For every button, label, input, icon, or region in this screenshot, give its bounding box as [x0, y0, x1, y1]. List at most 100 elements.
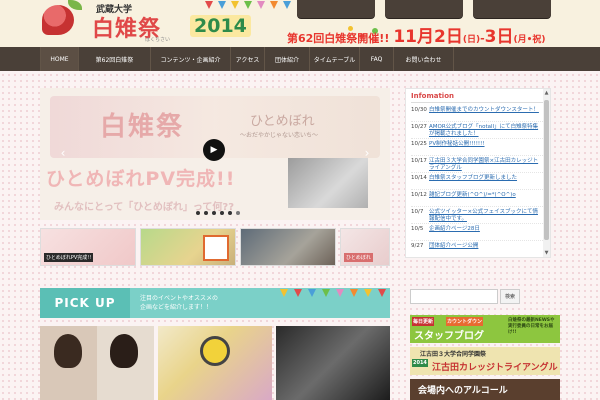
- information-panel: Infomation 10/30 白雉祭開催までのカウントダウンスタート！ 10/2…: [405, 88, 551, 258]
- nav-item-faq[interactable]: FAQ: [360, 47, 394, 71]
- info-row: 10/5 企画紹介ページ28日: [411, 224, 543, 241]
- logo-leaf-icon: [68, 0, 82, 10]
- info-link[interactable]: PV制作秘話公開!!!!!!!: [429, 141, 485, 148]
- slide-script-subtext: 〜おだやかじゃない恋いち〜: [240, 132, 319, 139]
- festival-date-banner: 第62回白雉祭開催!! 11月2日 (日) - 3日 (月•祝): [287, 22, 545, 47]
- top-button-2[interactable]: [385, 0, 463, 18]
- pickup-card-3[interactable]: [276, 326, 390, 400]
- info-row: 10/14 白雉祭スタッフブログ更新しました: [411, 173, 543, 190]
- info-link[interactable]: 企画紹介ページ28日: [429, 226, 480, 233]
- info-date: 10/7: [411, 209, 424, 215]
- search-button[interactable]: 検索: [500, 289, 520, 304]
- info-scrollbar-thumb[interactable]: [544, 100, 549, 240]
- info-link[interactable]: 雑記ブログ更新(^O^)/=*(^O^)o: [429, 192, 516, 199]
- banner-dow-1: (日): [462, 35, 481, 45]
- nav-item-home[interactable]: HOME: [41, 47, 79, 71]
- bunting-decoration: [110, 0, 378, 38]
- prev-arrow-icon[interactable]: ‹: [58, 146, 68, 160]
- slider-pager: [196, 211, 240, 215]
- info-link[interactable]: 団体紹介ページ公開: [429, 243, 478, 250]
- pickup-card-1[interactable]: [40, 326, 154, 400]
- blog-badge: 毎日更新: [412, 317, 435, 326]
- top-button-1[interactable]: [297, 0, 375, 18]
- info-date: 10/5: [411, 226, 424, 232]
- main-nav: HOME 第62回白雉祭 コンテンツ・企画紹介 アクセス 団体紹介 タイムテーブ…: [0, 47, 600, 71]
- portrait-icon: [110, 334, 138, 368]
- slide-headline: ひとめぼれPV完成!!: [46, 168, 236, 190]
- info-row: 10/27 AMOR公式ブログ「notall」にて白雉祭特集が掲載されました！: [411, 122, 543, 139]
- nav-item-access[interactable]: アクセス: [231, 47, 265, 71]
- thumbnail-4[interactable]: ひとめぼれ: [340, 228, 390, 266]
- top-utility-nav: [297, 0, 553, 18]
- colleges-subtitle: 江古田３大学合同学園祭: [420, 351, 487, 358]
- info-link[interactable]: 江古田３大学合同学園祭×江古田カレッジトライアングル: [429, 158, 543, 172]
- info-row: 10/17 江古田３大学合同学園祭×江古田カレッジトライアングル: [411, 156, 543, 173]
- info-date: 10/14: [411, 175, 427, 181]
- info-link[interactable]: 公式ツイッター×公式フェイスブックにて情報配信中です。: [429, 209, 543, 223]
- logo-reading: はくちさい: [145, 37, 171, 43]
- search-input[interactable]: [410, 289, 498, 304]
- pickup-tag: PICK UP: [40, 288, 130, 318]
- scroll-down-icon[interactable]: ▼: [543, 249, 550, 257]
- blog-countdown: カウントダウン: [446, 317, 484, 326]
- banner-edition: 第62回白雉祭開催!!: [287, 32, 390, 45]
- info-link[interactable]: AMOR公式ブログ「notall」にて白雉祭特集が掲載されました！: [429, 124, 543, 138]
- pickup-line-1: 注目のイベントやオススメの: [140, 295, 219, 302]
- thumbnail-label: ひとめぼれ: [344, 253, 373, 262]
- blog-title: スタッフブログ: [414, 331, 484, 342]
- pickup-banner: PICK UP 注目のイベントやオススメの 企画などを紹介します！！: [40, 288, 390, 318]
- info-row: 10/7 公式ツイッター×公式フェイスブックにて情報配信中です。: [411, 207, 543, 224]
- pickup-line-2: 企画などを紹介します！！: [140, 304, 213, 311]
- slider-pager-dot[interactable]: [228, 211, 232, 215]
- pickup-card-2[interactable]: [158, 326, 272, 400]
- thumbnail-1[interactable]: ひとめぼれPV完成!!: [40, 228, 136, 266]
- slider-pager-dot[interactable]: [196, 211, 200, 215]
- pickup-description: 注目のイベントやオススメの 企画などを紹介します！！: [140, 294, 218, 312]
- site-header: 武蔵大学 白雉祭 はくちさい 2014 第62回白雉祭開催!! 11月2日 (日…: [0, 0, 600, 47]
- colleges-title: 江古田カレッジトライアングル: [432, 363, 558, 373]
- colleges-year: 2014: [412, 359, 428, 367]
- play-icon: ▶: [210, 145, 218, 155]
- slider-pager-dot[interactable]: [204, 211, 208, 215]
- nav-item-contents[interactable]: コンテンツ・企画紹介: [151, 47, 231, 71]
- thumbnail-label: ひとめぼれPV完成!!: [44, 253, 94, 262]
- play-button[interactable]: ▶: [203, 139, 225, 161]
- info-row: 10/30 白雉祭開催までのカウントダウンスタート！: [411, 105, 543, 122]
- scroll-up-icon[interactable]: ▲: [543, 89, 550, 97]
- college-triangle-banner[interactable]: 江古田３大学合同学園祭 2014 江古田カレッジトライアングル: [410, 347, 560, 375]
- next-arrow-icon[interactable]: ›: [362, 146, 372, 160]
- balloon-icon: [200, 336, 230, 366]
- info-link[interactable]: 白雉祭開催までのカウントダウンスタート！: [429, 107, 539, 114]
- slide-photo: [288, 158, 368, 208]
- alcohol-notice-banner[interactable]: 会場内へのアルコール: [410, 379, 560, 400]
- info-row: 10/25 PV制作秘話公開!!!!!!!: [411, 139, 543, 156]
- nav-item-festival[interactable]: 第62回白雉祭: [79, 47, 151, 71]
- info-date: 10/30: [411, 107, 427, 113]
- slider-thumbnails: ひとめぼれPV完成!! ひとめぼれ: [40, 228, 390, 266]
- info-list: 10/30 白雉祭開催までのカウントダウンスタート！ 10/27 AMOR公式ブログ「…: [411, 105, 543, 257]
- logo-year: 2014: [190, 15, 251, 37]
- thumbnail-2[interactable]: [140, 228, 236, 266]
- portrait-icon: [54, 334, 82, 368]
- nav-item-contact[interactable]: お問い合わせ: [394, 47, 454, 71]
- banner-dow-2: (月•祝): [513, 35, 546, 45]
- hero-slider[interactable]: 白雉祭 ひとめぼれ 〜おだやかじゃない恋いち〜 ひとめぼれPV完成!! みんなに…: [40, 88, 390, 220]
- pickup-cards: [40, 326, 390, 400]
- thumbnail-3[interactable]: [240, 228, 336, 266]
- slide-script-text: ひとめぼれ: [250, 114, 315, 129]
- nav-item-groups[interactable]: 団体紹介: [265, 47, 310, 71]
- banner-date-1: 11月2日: [393, 27, 463, 47]
- alcohol-text: 会場内へのアルコール: [418, 386, 508, 396]
- info-date: 10/27: [411, 124, 427, 130]
- info-link[interactable]: 白雉祭スタッフブログ更新しました: [429, 175, 517, 182]
- staff-blog-banner[interactable]: 毎日更新 カウントダウン スタッフブログ 白雉祭の最新NEWSや実行委員の日常を…: [410, 315, 560, 343]
- slider-pager-dot[interactable]: [236, 211, 240, 215]
- nav-item-timetable[interactable]: タイムテーブル: [310, 47, 360, 71]
- slide-logo-text: 白雉祭: [100, 112, 185, 142]
- logo-tree-icon: [42, 5, 74, 35]
- slider-pager-dot[interactable]: [212, 211, 216, 215]
- info-date: 10/17: [411, 158, 427, 164]
- slider-pager-dot[interactable]: [220, 211, 224, 215]
- top-button-3[interactable]: [473, 0, 551, 18]
- info-date: 10/25: [411, 141, 427, 147]
